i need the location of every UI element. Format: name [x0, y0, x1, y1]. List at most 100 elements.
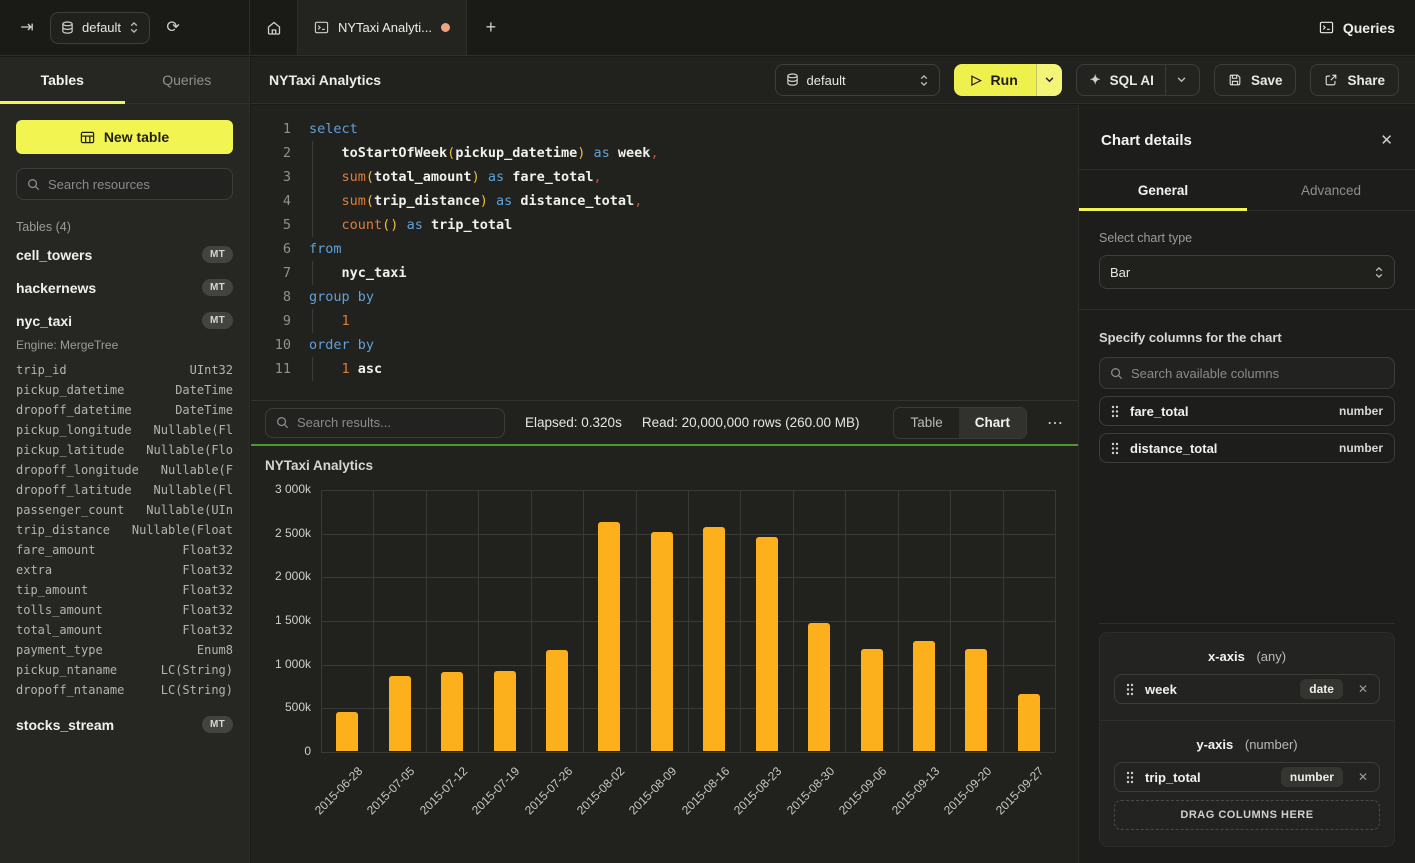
column-row: total_amountFloat32 — [16, 620, 233, 640]
run-options-button[interactable] — [1036, 64, 1062, 96]
database-icon — [786, 73, 799, 87]
column-row: dropoff_longitudeNullable(F — [16, 460, 233, 480]
y-axis-label: y-axis — [1196, 737, 1233, 752]
view-toggle-table[interactable]: Table — [894, 408, 958, 438]
token — [350, 361, 358, 377]
drag-handle-icon[interactable] — [1126, 771, 1134, 784]
x-tick-label: 2015-08-16 — [679, 764, 732, 817]
table-row-nyc_taxi[interactable]: nyc_taxiMT — [16, 304, 233, 337]
available-column-type: number — [1339, 441, 1383, 455]
bar-2015-09-06[interactable] — [861, 649, 883, 751]
chart-type-selector[interactable]: Bar — [1099, 255, 1395, 289]
y-axis-column-type: number — [1281, 767, 1343, 787]
panel-tab-general[interactable]: General — [1079, 170, 1247, 210]
available-column-fare_total[interactable]: fare_totalnumber — [1099, 396, 1395, 426]
drag-handle-icon[interactable] — [1111, 442, 1119, 455]
columns-search-input[interactable] — [1131, 366, 1384, 381]
bar-2015-07-05[interactable] — [389, 676, 411, 751]
results-more-icon[interactable]: ⋯ — [1047, 413, 1064, 433]
column-name: pickup_datetime — [16, 383, 124, 397]
run-button[interactable]: ▷ Run — [954, 64, 1036, 96]
code-content: group by — [309, 285, 374, 309]
tab-nytaxi-analytics[interactable]: NYTaxi Analyti... — [298, 0, 467, 55]
remove-y-column-icon[interactable]: ✕ — [1358, 770, 1368, 784]
bar-2015-07-12[interactable] — [441, 672, 463, 751]
new-table-button[interactable]: New table — [16, 120, 233, 154]
divider — [1165, 65, 1166, 95]
bar-2015-08-23[interactable] — [756, 537, 778, 751]
gridline-vertical — [636, 490, 637, 752]
token: ( — [366, 193, 374, 209]
database-icon — [61, 21, 74, 35]
y-tick-label: 3 000k — [251, 482, 311, 496]
column-name: pickup_longitude — [16, 423, 132, 437]
line-number: 4 — [261, 189, 291, 213]
column-type: Nullable(UIn — [146, 503, 233, 517]
sidebar-tab-tables[interactable]: Tables — [0, 57, 125, 103]
refresh-icon[interactable]: ⟳ — [160, 15, 186, 41]
y-axis-section: y-axis (number) trip_total number ✕ DRAG… — [1100, 720, 1394, 846]
column-type: Nullable(Flo — [146, 443, 233, 457]
table-row-hackernews[interactable]: hackernewsMT — [16, 271, 233, 304]
line-number: 6 — [261, 237, 291, 261]
line-number: 3 — [261, 165, 291, 189]
y-axis-column-chip[interactable]: trip_total number ✕ — [1114, 762, 1380, 792]
chart-details-panel: Chart details ✕ General Advanced Select … — [1078, 105, 1415, 863]
bar-2015-09-20[interactable] — [965, 649, 987, 751]
collapse-sidebar-icon[interactable]: ⇥ — [14, 15, 40, 41]
bar-2015-08-02[interactable] — [598, 522, 620, 751]
new-tab-button[interactable]: + — [467, 0, 515, 55]
gridline-vertical — [1003, 490, 1004, 752]
drag-columns-dropzone[interactable]: DRAG COLUMNS HERE — [1114, 800, 1380, 830]
sidebar-search — [16, 168, 233, 200]
bar-2015-09-27[interactable] — [1018, 694, 1040, 751]
column-row: payment_typeEnum8 — [16, 640, 233, 660]
column-type: Float32 — [182, 583, 233, 597]
sidebar-tab-queries[interactable]: Queries — [125, 57, 250, 103]
bar-2015-06-28[interactable] — [336, 712, 358, 751]
column-name: dropoff_latitude — [16, 483, 132, 497]
token: trip_distance — [374, 193, 480, 209]
token: as — [488, 169, 504, 185]
table-row-cell_towers[interactable]: cell_towersMT — [16, 238, 233, 271]
bar-2015-07-26[interactable] — [546, 650, 568, 751]
table-name: hackernews — [16, 280, 96, 296]
query-database-selector[interactable]: default — [775, 64, 940, 96]
bar-2015-08-09[interactable] — [651, 532, 673, 751]
topbar-database-selector[interactable]: default — [50, 12, 150, 44]
results-search-input[interactable] — [297, 415, 494, 430]
home-button[interactable] — [250, 0, 298, 55]
bar-2015-08-30[interactable] — [808, 623, 830, 751]
save-label: Save — [1251, 73, 1283, 88]
x-axis-column-chip[interactable]: week date ✕ — [1114, 674, 1380, 704]
queries-button[interactable]: Queries — [1319, 20, 1395, 36]
sidebar-search-input[interactable] — [48, 177, 222, 192]
save-button[interactable]: Save — [1214, 64, 1297, 96]
drag-handle-icon[interactable] — [1126, 683, 1134, 696]
bar-2015-09-13[interactable] — [913, 641, 935, 752]
column-row: passenger_countNullable(UIn — [16, 500, 233, 520]
close-icon[interactable]: ✕ — [1380, 131, 1393, 149]
share-icon — [1324, 73, 1338, 87]
bar-2015-07-19[interactable] — [494, 671, 516, 751]
gridline-vertical — [793, 490, 794, 752]
code-line: 111 asc — [261, 357, 1078, 381]
token — [423, 217, 431, 233]
remove-x-column-icon[interactable]: ✕ — [1358, 682, 1368, 696]
table-row-stocks_stream[interactable]: stocks_streamMT — [16, 708, 233, 741]
top-bar: ⇥ default ⟳ NYTaxi Analyti... + Queries — [0, 0, 1415, 56]
chevron-down-icon[interactable] — [1177, 77, 1186, 83]
panel-tab-advanced[interactable]: Advanced — [1247, 170, 1415, 210]
code-content: count() as trip_total — [309, 213, 512, 237]
available-column-name: distance_total — [1130, 441, 1217, 456]
token: distance_total — [520, 193, 634, 209]
view-toggle-chart[interactable]: Chart — [959, 408, 1026, 438]
share-button[interactable]: Share — [1310, 64, 1399, 96]
token: order by — [309, 337, 374, 353]
bar-2015-08-16[interactable] — [703, 527, 725, 751]
sql-ai-button[interactable]: ✦ SQL AI — [1076, 64, 1200, 96]
available-column-distance_total[interactable]: distance_total number — [1099, 433, 1395, 463]
sql-editor[interactable]: 1select2toStartOfWeek(pickup_datetime) a… — [251, 105, 1078, 400]
drag-handle-icon[interactable] — [1111, 405, 1119, 418]
line-number: 11 — [261, 357, 291, 381]
